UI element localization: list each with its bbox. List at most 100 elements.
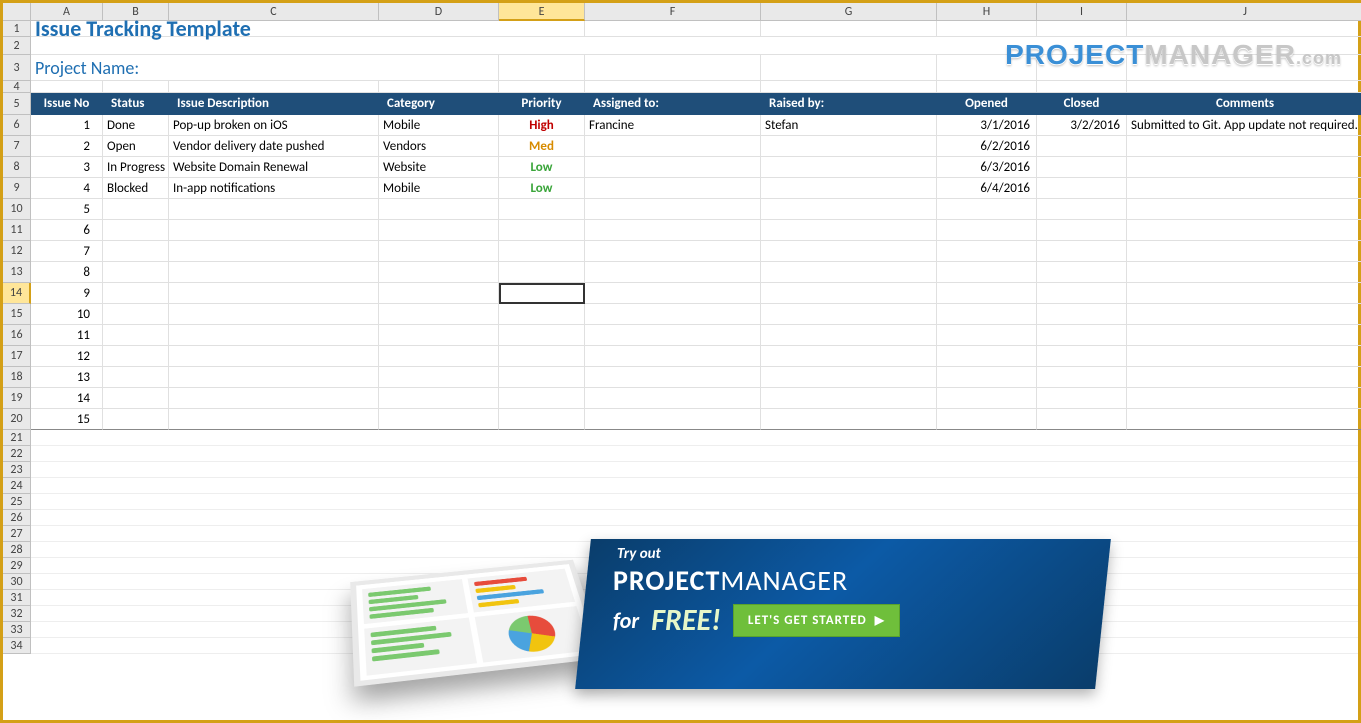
cell-raised[interactable] (761, 346, 937, 367)
cell-description[interactable] (169, 262, 379, 283)
cell-assigned[interactable] (585, 136, 761, 157)
cell-raised[interactable] (761, 241, 937, 262)
cell-category[interactable]: Vendors (379, 136, 499, 157)
table-header-assigned_to[interactable]: Assigned to: (585, 93, 761, 115)
row-header-6[interactable]: 6 (3, 115, 31, 136)
row-header-25[interactable]: 25 (3, 494, 31, 510)
cell-comments[interactable] (1127, 262, 1361, 283)
cell-opened[interactable] (937, 325, 1037, 346)
row-header-16[interactable]: 16 (3, 325, 31, 346)
cell-priority[interactable] (499, 220, 585, 241)
cell-priority[interactable] (499, 199, 585, 220)
cell-issue-no[interactable]: 13 (31, 367, 103, 388)
cell-assigned[interactable] (585, 367, 761, 388)
cell-opened[interactable] (937, 241, 1037, 262)
cell-blank[interactable] (499, 81, 585, 93)
cell-comments[interactable] (1127, 178, 1361, 199)
cell-blank[interactable] (31, 81, 103, 93)
cell-comments[interactable] (1127, 388, 1361, 409)
row-header-33[interactable]: 33 (3, 622, 31, 638)
cell-raised[interactable] (761, 409, 937, 430)
cell-blank[interactable] (103, 81, 169, 93)
cell-issue-no[interactable]: 15 (31, 409, 103, 430)
cell-issue-no[interactable]: 14 (31, 388, 103, 409)
cell-priority[interactable] (499, 241, 585, 262)
table-header-description[interactable]: Issue Description (169, 93, 379, 115)
cell-assigned[interactable] (585, 388, 761, 409)
cell-blank[interactable] (1127, 81, 1361, 93)
cell-closed[interactable] (1037, 241, 1127, 262)
row-header-20[interactable]: 20 (3, 409, 31, 430)
table-header-opened[interactable]: Opened (937, 93, 1037, 115)
cell-status[interactable]: Done (103, 115, 169, 136)
cell-issue-no[interactable]: 9 (31, 283, 103, 304)
cell-issue-no[interactable]: 12 (31, 346, 103, 367)
cell-status[interactable] (103, 325, 169, 346)
promo-cta-button[interactable]: LET'S GET STARTED ▶ (733, 604, 900, 637)
cell-opened[interactable] (937, 283, 1037, 304)
row-header-10[interactable]: 10 (3, 199, 31, 220)
cell-assigned[interactable] (585, 304, 761, 325)
table-header-category[interactable]: Category (379, 93, 499, 115)
row-header-8[interactable]: 8 (3, 157, 31, 178)
col-header-F[interactable]: F (585, 3, 761, 21)
row-body[interactable] (31, 430, 1358, 446)
cell-raised[interactable]: Stefan (761, 115, 937, 136)
cell-category[interactable] (379, 388, 499, 409)
cell-description[interactable] (169, 388, 379, 409)
row-header-27[interactable]: 27 (3, 526, 31, 542)
cell-category[interactable]: Mobile (379, 115, 499, 136)
cell-status[interactable] (103, 388, 169, 409)
cell-category[interactable] (379, 304, 499, 325)
cell-category[interactable] (379, 325, 499, 346)
col-header-D[interactable]: D (379, 3, 499, 21)
cell-assigned[interactable] (585, 325, 761, 346)
row-header-17[interactable]: 17 (3, 346, 31, 367)
cell-issue-no[interactable]: 1 (31, 115, 103, 136)
cell-blank[interactable] (585, 81, 761, 93)
cell-closed[interactable] (1037, 199, 1127, 220)
cell-priority[interactable]: Med (499, 136, 585, 157)
table-header-issue_no[interactable]: Issue No (31, 93, 103, 115)
cell-category[interactable] (379, 262, 499, 283)
cell-closed[interactable] (1037, 157, 1127, 178)
cell-blank[interactable] (585, 55, 761, 81)
cell-opened[interactable] (937, 367, 1037, 388)
cell-category[interactable] (379, 367, 499, 388)
cell-opened[interactable]: 6/4/2016 (937, 178, 1037, 199)
cell-category[interactable] (379, 241, 499, 262)
row-header-5[interactable]: 5 (3, 93, 31, 115)
cell-comments[interactable] (1127, 304, 1361, 325)
row-header-14[interactable]: 14 (3, 283, 31, 304)
cell-priority[interactable] (499, 367, 585, 388)
cell-blank[interactable] (761, 55, 937, 81)
row-header-32[interactable]: 32 (3, 606, 31, 622)
row-header-22[interactable]: 22 (3, 446, 31, 462)
col-header-J[interactable]: J (1127, 3, 1361, 21)
cell-blank[interactable] (499, 55, 585, 81)
cell-opened[interactable]: 3/1/2016 (937, 115, 1037, 136)
cell-comments[interactable] (1127, 346, 1361, 367)
col-header-E[interactable]: E (499, 3, 585, 21)
cell-opened[interactable] (937, 388, 1037, 409)
row-header-13[interactable]: 13 (3, 262, 31, 283)
cell-issue-no[interactable]: 11 (31, 325, 103, 346)
col-header-H[interactable]: H (937, 3, 1037, 21)
cell-description[interactable] (169, 304, 379, 325)
row-header-19[interactable]: 19 (3, 388, 31, 409)
cell-status[interactable]: In Progress (103, 157, 169, 178)
cell-issue-no[interactable]: 10 (31, 304, 103, 325)
cell-comments[interactable] (1127, 136, 1361, 157)
cell-blank[interactable] (1127, 21, 1361, 37)
cell-assigned[interactable] (585, 157, 761, 178)
row-header-4[interactable]: 4 (3, 81, 31, 93)
cell-closed[interactable] (1037, 325, 1127, 346)
row-header-9[interactable]: 9 (3, 178, 31, 199)
cell-comments[interactable] (1127, 157, 1361, 178)
cell-assigned[interactable] (585, 262, 761, 283)
cell-raised[interactable] (761, 262, 937, 283)
cell-opened[interactable] (937, 409, 1037, 430)
cell-blank[interactable] (937, 21, 1037, 37)
cell-priority[interactable] (499, 283, 585, 304)
row-header-12[interactable]: 12 (3, 241, 31, 262)
